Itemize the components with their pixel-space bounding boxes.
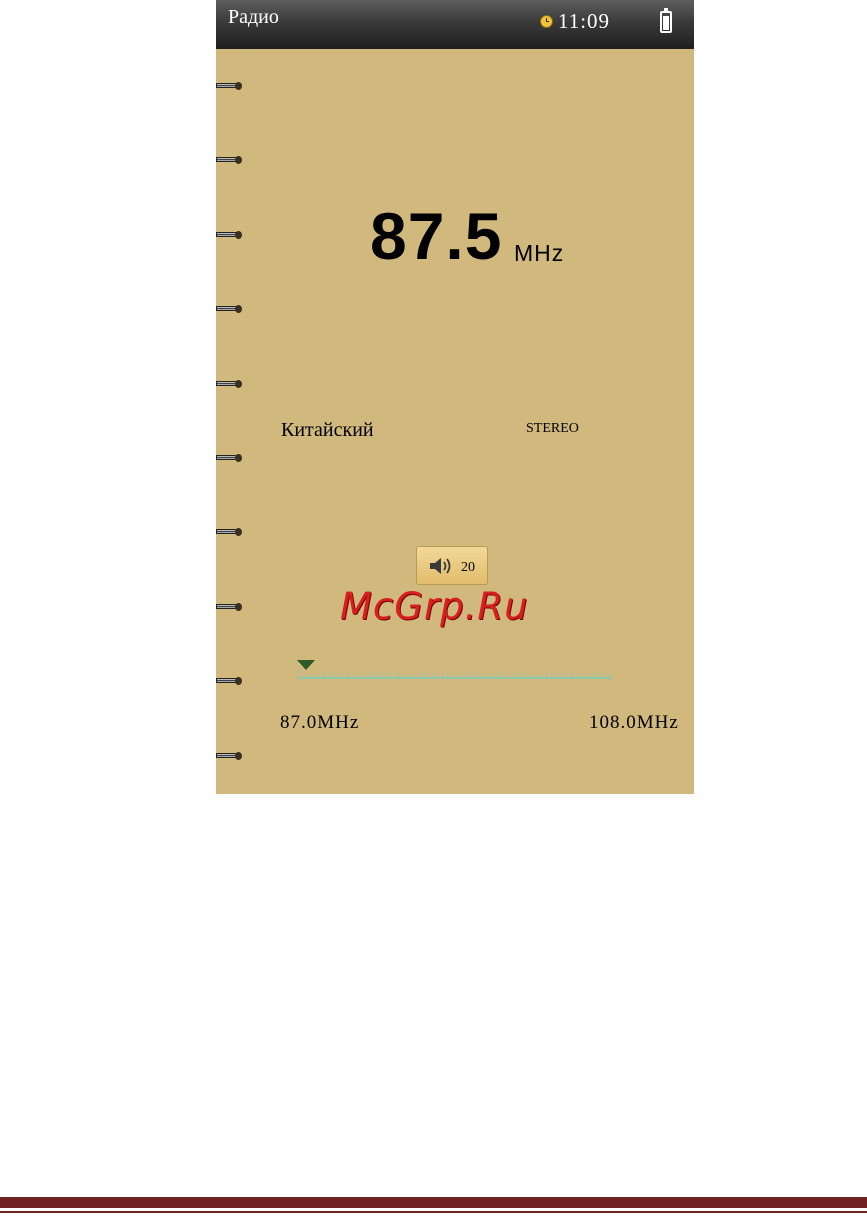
- volume-value: 20: [461, 560, 475, 575]
- ring-icon: [216, 602, 243, 612]
- watermark-text: McGrp.Ru: [340, 585, 529, 628]
- battery-icon: [660, 8, 672, 33]
- volume-button[interactable]: 20: [416, 546, 488, 585]
- ring-icon: [216, 81, 243, 91]
- ring-icon: [216, 230, 243, 240]
- app-title: Радио: [228, 6, 279, 28]
- station-name: Китайский: [281, 419, 374, 441]
- footer-bar: [0, 1197, 867, 1208]
- status-bar: Радио 11:09: [216, 0, 694, 49]
- footer-line: [0, 1211, 867, 1213]
- ring-icon: [216, 527, 243, 537]
- ring-icon: [216, 751, 243, 761]
- ring-icon: [216, 453, 243, 463]
- range-min-label: 87.0MHz: [280, 712, 360, 733]
- frequency-unit: MHz: [514, 240, 565, 266]
- radio-screen: Радио 11:09 87.5 MHz Китайский STEREO 20…: [216, 0, 694, 794]
- frequency-display: 87.5: [370, 199, 503, 273]
- stereo-indicator: STEREO: [526, 421, 579, 436]
- clock-time: 11:09: [558, 9, 611, 33]
- ring-icon: [216, 379, 243, 389]
- ring-icon: [216, 304, 243, 314]
- speaker-icon: [430, 558, 451, 574]
- range-max-label: 108.0MHz: [589, 712, 679, 733]
- clock-icon: [540, 15, 553, 28]
- ring-icon: [216, 155, 243, 165]
- tuner-scale[interactable]: [298, 668, 612, 680]
- ring-icon: [216, 676, 243, 686]
